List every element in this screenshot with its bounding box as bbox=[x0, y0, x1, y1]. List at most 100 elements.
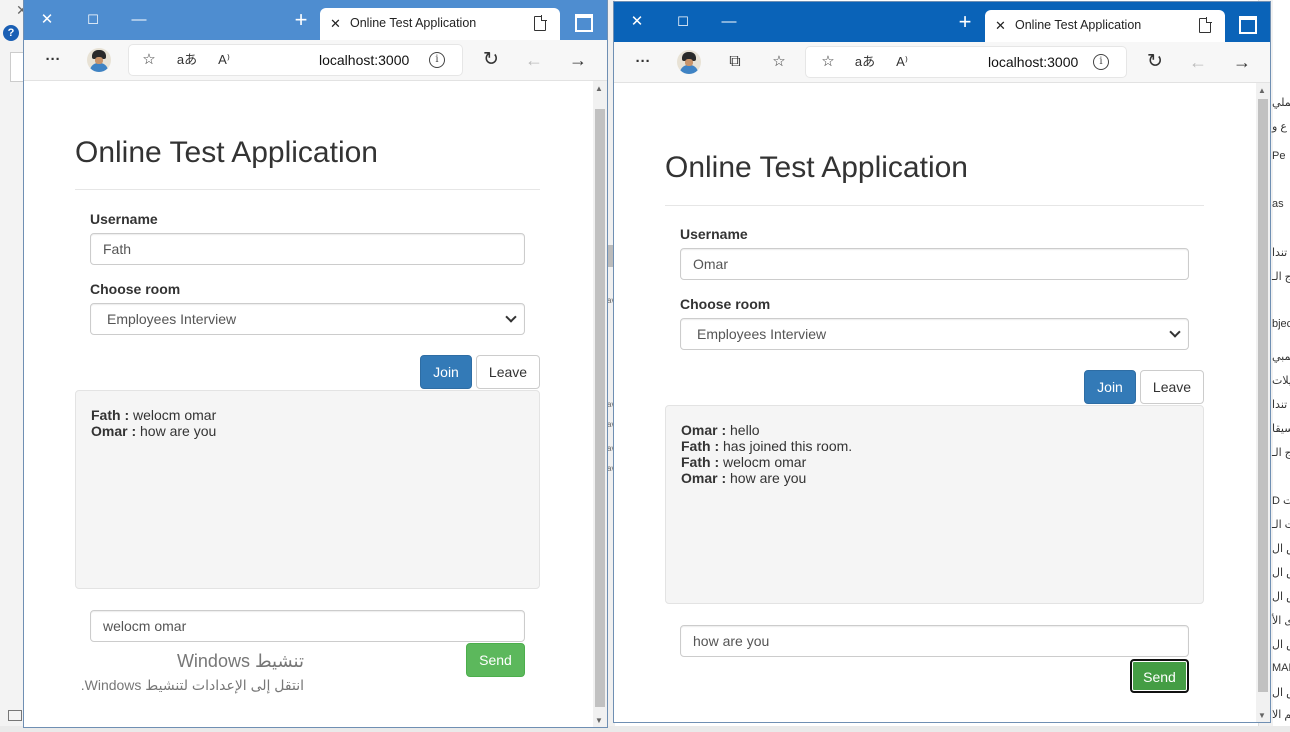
info-icon[interactable]: i bbox=[429, 52, 445, 68]
forward-arrow-icon[interactable]: → bbox=[1230, 50, 1254, 74]
tab-online-test[interactable]: ✕ Online Test Application bbox=[320, 8, 560, 40]
chat-messages: Omar : hello Fath : has joined this room.… bbox=[665, 405, 1204, 604]
background-text: سيقا bbox=[1272, 423, 1290, 435]
activation-watermark-title: تنشيط Windows bbox=[176, 651, 304, 671]
back-arrow-icon[interactable]: ← bbox=[1186, 50, 1210, 74]
window-icon bbox=[8, 710, 22, 721]
minimize-icon[interactable]: — bbox=[706, 2, 752, 42]
room-selected-value: Employees Interview bbox=[697, 326, 827, 342]
leave-button[interactable]: Leave bbox=[1140, 370, 1204, 404]
message-text: hello bbox=[726, 422, 760, 438]
username-input[interactable]: Omar bbox=[680, 248, 1189, 280]
chevron-down-icon bbox=[505, 311, 517, 323]
close-icon[interactable]: ✕ bbox=[330, 16, 341, 32]
read-aloud-icon[interactable]: A⁾ bbox=[212, 48, 236, 72]
star-icon[interactable]: ☆ bbox=[137, 48, 161, 72]
chat-message: Omar : how are you bbox=[91, 423, 524, 439]
url-text[interactable]: localhost:3000 bbox=[988, 54, 1078, 70]
avatar[interactable] bbox=[87, 48, 111, 72]
room-selected-value: Employees Interview bbox=[107, 311, 237, 327]
background-text: MAR bbox=[1272, 662, 1290, 674]
plus-icon[interactable]: + bbox=[287, 6, 315, 34]
translate-icon[interactable]: aあ bbox=[853, 50, 877, 74]
close-icon[interactable]: ✕ bbox=[995, 18, 1006, 34]
vertical-scrollbar[interactable]: ▲ ▼ bbox=[593, 81, 607, 727]
avatar[interactable] bbox=[677, 50, 701, 74]
plus-icon[interactable]: + bbox=[951, 8, 979, 36]
background-text: تندا bbox=[1272, 247, 1288, 259]
leave-button[interactable]: Leave bbox=[476, 355, 540, 389]
star-icon[interactable]: ☆ bbox=[816, 50, 840, 74]
maximize-icon[interactable]: ☐ bbox=[660, 2, 706, 42]
room-label: Choose room bbox=[90, 281, 181, 297]
vertical-scrollbar[interactable]: ▲ ▼ bbox=[1256, 83, 1270, 722]
background-text: bjec bbox=[1272, 318, 1290, 330]
background-text: عملي bbox=[1272, 97, 1290, 109]
page-content: Online Test Application Username Fath Ch… bbox=[24, 81, 593, 727]
read-aloud-icon[interactable]: A⁾ bbox=[890, 50, 914, 74]
message-text: how are you bbox=[136, 423, 217, 439]
tab-title: Online Test Application bbox=[350, 16, 477, 30]
message-user: Omar : bbox=[681, 422, 727, 438]
scroll-up-icon[interactable]: ▲ bbox=[595, 84, 603, 93]
sidebar-icon[interactable] bbox=[1239, 16, 1257, 34]
send-button[interactable]: Send bbox=[466, 643, 525, 677]
scroll-down-icon[interactable]: ▼ bbox=[1258, 711, 1266, 720]
favorites-list-icon[interactable]: ☆ bbox=[767, 50, 791, 74]
message-text: welocm omar bbox=[719, 454, 807, 470]
message-input[interactable]: welocm omar bbox=[90, 610, 525, 642]
address-bar[interactable]: ☆ aあ A⁾ localhost:3000 i bbox=[806, 47, 1126, 77]
sidebar-icon[interactable] bbox=[575, 14, 593, 32]
page-title: Online Test Application bbox=[665, 151, 968, 184]
chat-message: Fath : has joined this room. bbox=[681, 438, 1188, 454]
scrollbar-thumb[interactable] bbox=[1258, 99, 1268, 692]
toolbar: ··· ☆ aあ A⁾ localhost:3000 i ↻ ← → bbox=[24, 40, 607, 81]
scrollbar-thumb[interactable] bbox=[595, 109, 605, 707]
background-text: ع و bbox=[1272, 121, 1287, 133]
minimize-icon[interactable]: — bbox=[116, 0, 162, 40]
browser-window-right: ✕ ☐ — + ✕ Online Test Application ··· ⧉ … bbox=[614, 2, 1270, 722]
room-label: Choose room bbox=[680, 296, 771, 312]
close-icon[interactable]: ✕ bbox=[614, 2, 660, 42]
message-input[interactable]: how are you bbox=[680, 625, 1189, 657]
background-text: س ال bbox=[1272, 567, 1290, 579]
tab-title: Online Test Application bbox=[1015, 18, 1142, 32]
background-text: س ال bbox=[1272, 543, 1290, 555]
join-button[interactable]: Join bbox=[1084, 370, 1136, 404]
back-arrow-icon[interactable]: ← bbox=[522, 48, 546, 72]
scroll-up-icon[interactable]: ▲ bbox=[1258, 86, 1266, 95]
collections-icon[interactable]: ⧉ bbox=[723, 50, 747, 74]
message-user: Fath : bbox=[681, 438, 720, 454]
message-text: has joined this room. bbox=[719, 438, 853, 454]
address-bar[interactable]: ☆ aあ A⁾ localhost:3000 i bbox=[129, 45, 462, 75]
maximize-icon[interactable]: ☐ bbox=[70, 0, 116, 40]
browser-window-left: ✕ ☐ — + ✕ Online Test Application ··· ☆ … bbox=[24, 0, 607, 727]
room-select[interactable]: Employees Interview bbox=[680, 318, 1189, 350]
url-text[interactable]: localhost:3000 bbox=[319, 52, 409, 68]
chat-messages: Fath : welocm omar Omar : how are you bbox=[75, 390, 540, 589]
translate-icon[interactable]: aあ bbox=[175, 48, 199, 72]
document-icon bbox=[1199, 17, 1212, 33]
more-icon[interactable]: ··· bbox=[631, 50, 655, 74]
join-button[interactable]: Join bbox=[420, 355, 472, 389]
forward-arrow-icon[interactable]: → bbox=[566, 48, 590, 72]
background-panel bbox=[10, 52, 25, 82]
room-select[interactable]: Employees Interview bbox=[90, 303, 525, 335]
send-button[interactable]: Send bbox=[1130, 659, 1189, 693]
more-icon[interactable]: ··· bbox=[41, 48, 65, 72]
info-icon[interactable]: i bbox=[1093, 54, 1109, 70]
background-text: س ال bbox=[1272, 639, 1290, 651]
chat-message: Omar : how are you bbox=[681, 470, 1188, 486]
scroll-down-icon[interactable]: ▼ bbox=[595, 716, 603, 725]
refresh-icon[interactable]: ↻ bbox=[1143, 50, 1167, 74]
page-title: Online Test Application bbox=[75, 136, 378, 169]
username-input[interactable]: Fath bbox=[90, 233, 525, 265]
username-label: Username bbox=[680, 226, 748, 242]
chat-message: Fath : welocm omar bbox=[91, 407, 524, 423]
chat-message: Omar : hello bbox=[681, 422, 1188, 438]
close-icon[interactable]: ✕ bbox=[24, 0, 70, 40]
refresh-icon[interactable]: ↻ bbox=[479, 48, 503, 72]
background-text: ج الـ bbox=[1272, 271, 1290, 283]
page-content: Online Test Application Username Omar Ch… bbox=[614, 83, 1256, 722]
tab-online-test[interactable]: ✕ Online Test Application bbox=[985, 10, 1225, 42]
